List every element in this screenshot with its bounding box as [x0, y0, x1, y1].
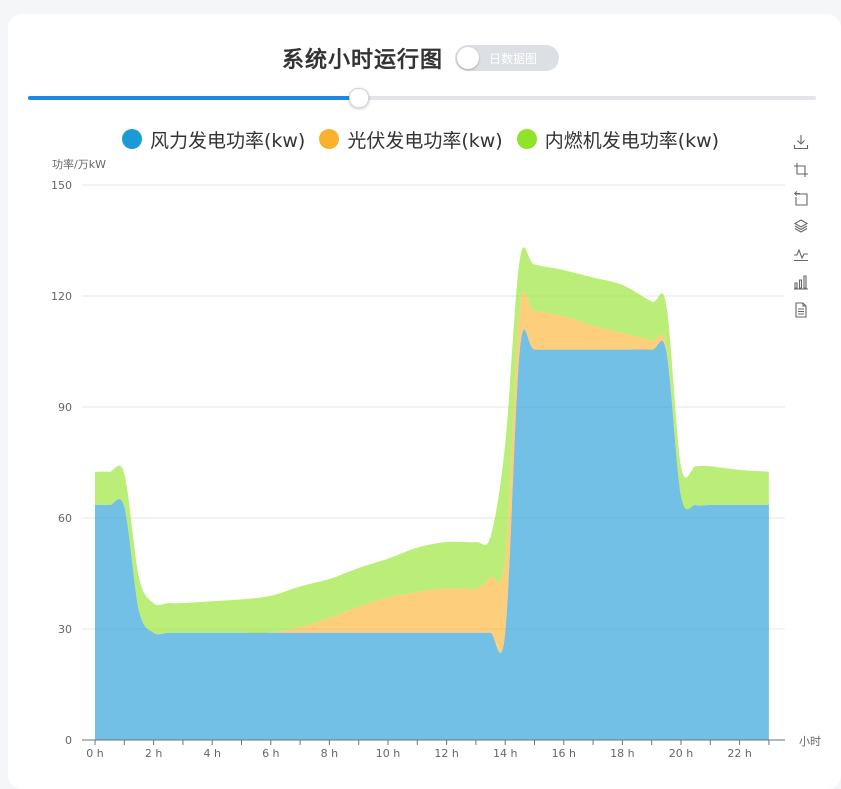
x-tick-label: 0 h	[86, 747, 103, 760]
area-wind	[95, 329, 769, 740]
x-tick-label: 16 h	[552, 747, 576, 760]
y-tick-label: 90	[58, 401, 72, 414]
chart-plot: 0 30 60 90 120 150 功率/万kW 0 h 2 h 4 h 6 h 8 h 10 h 12…	[51, 157, 821, 760]
x-tick-label: 20 h	[669, 747, 693, 760]
x-tick-label: 8 h	[321, 747, 338, 760]
y-axis-label: 功率/万kW	[52, 157, 106, 171]
x-tick-label: 22 h	[727, 747, 751, 760]
y-tick-label: 150	[51, 179, 72, 192]
x-axis-label: 小时	[799, 735, 821, 748]
y-tick-label: 0	[65, 734, 72, 747]
x-tick-label: 6 h	[262, 747, 279, 760]
x-tick-label: 18 h	[610, 747, 634, 760]
y-tick-label: 120	[51, 290, 72, 303]
x-tick-label: 12 h	[434, 747, 458, 760]
y-tick-label: 60	[58, 512, 72, 525]
x-tick-label: 2 h	[145, 747, 162, 760]
x-tick-label: 14 h	[493, 747, 517, 760]
x-tick-label: 10 h	[376, 747, 400, 760]
y-tick-label: 30	[58, 623, 72, 636]
x-tick-label: 4 h	[203, 747, 220, 760]
